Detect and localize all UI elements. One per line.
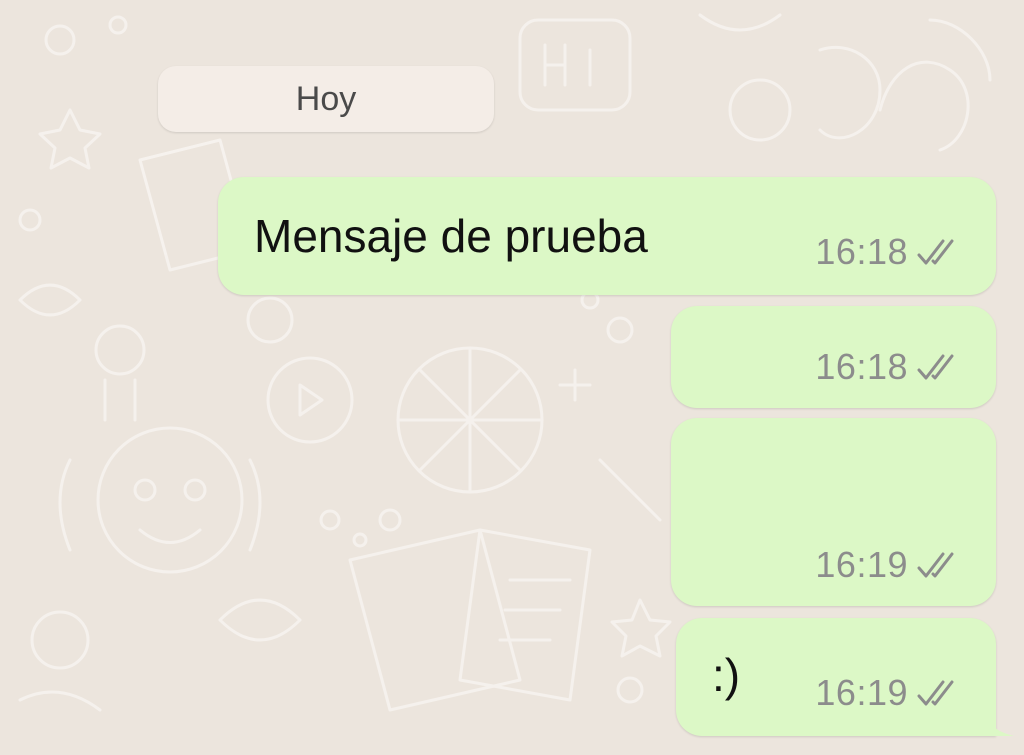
message-meta: 16:18 <box>815 231 962 273</box>
bubble-tail <box>978 696 1014 736</box>
message-bubble[interactable]: 16:18 <box>671 306 996 408</box>
date-separator: Hoy <box>158 66 494 132</box>
message-time: 16:18 <box>815 231 908 272</box>
message-meta: 16:18 <box>815 346 962 388</box>
message-bubble[interactable]: Mensaje de prueba 16:18 <box>218 177 996 295</box>
message-bubble[interactable]: :) 16:19 <box>676 618 1014 736</box>
double-check-icon <box>917 552 954 578</box>
message-time: 16:19 <box>815 544 908 585</box>
message-text: :) <box>712 649 741 701</box>
message-meta: 16:19 <box>815 672 962 714</box>
message-meta: 16:19 <box>815 544 962 586</box>
message-time: 16:18 <box>815 346 908 387</box>
double-check-icon <box>917 680 954 706</box>
double-check-icon <box>917 239 954 265</box>
double-check-icon <box>917 354 954 380</box>
message-time: 16:19 <box>815 672 908 713</box>
message-bubble[interactable]: 16:19 <box>671 418 996 606</box>
message-text: Mensaje de prueba <box>254 210 648 262</box>
date-separator-label: Hoy <box>295 79 357 118</box>
